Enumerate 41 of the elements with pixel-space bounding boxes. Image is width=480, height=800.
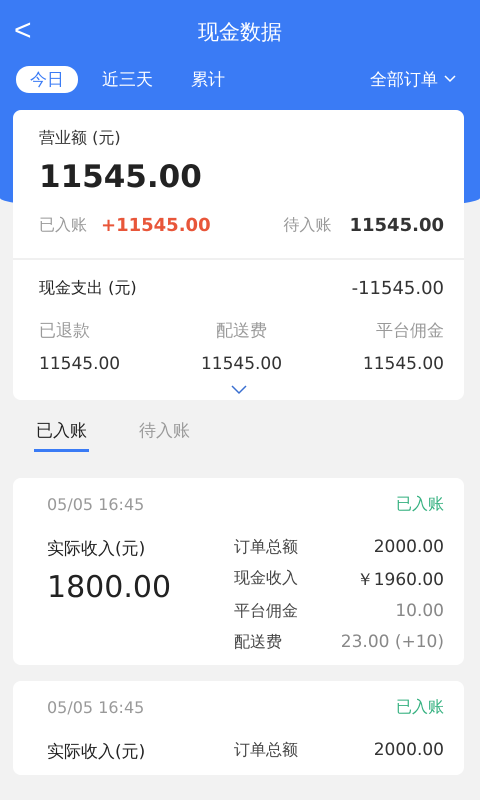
detail-label: 订单总额 xyxy=(234,537,299,558)
expense-amount: -11545.00 xyxy=(352,278,444,299)
pending-label: 待入账 xyxy=(283,215,332,236)
period-tab[interactable]: 累计 xyxy=(177,66,239,92)
detail-value: 2000.00 xyxy=(372,740,444,762)
posted-amount: +11545.00 xyxy=(101,215,211,236)
detail-label: 现金收入 xyxy=(234,568,299,589)
caret-icon xyxy=(444,75,456,83)
expense-item-value: 11545.00 xyxy=(200,354,284,374)
posted-label: 已入账 xyxy=(39,215,87,236)
page-title: 现金数据 xyxy=(198,19,282,46)
pending-amount: 11545.00 xyxy=(349,215,444,236)
expense-label: 现金支出 (元) xyxy=(39,278,137,299)
revenue-label: 营业额 (元) xyxy=(39,128,121,147)
income-amount: 1800.00 xyxy=(47,570,172,605)
expand-button[interactable] xyxy=(230,384,248,396)
expense-item-label: 已退款 xyxy=(39,320,91,342)
list-tab[interactable]: 已入账 xyxy=(34,418,89,452)
expense-item-value: 11545.00 xyxy=(39,354,122,374)
record-time: 05/05 16:45 xyxy=(47,495,144,514)
revenue-amount: 11545.00 xyxy=(39,159,203,195)
expense-item-value: 11545.00 xyxy=(362,354,444,374)
income-label: 实际收入(元) xyxy=(47,538,146,560)
detail-value: ￥1960.00 xyxy=(356,569,444,591)
detail-value: 23.00 (+10) xyxy=(340,632,444,653)
detail-value: 2000.00 xyxy=(372,537,444,558)
expense-item-label: 配送费 xyxy=(215,320,268,342)
period-tab[interactable]: 近三天 xyxy=(88,66,167,92)
record-time: 05/05 16:45 xyxy=(47,698,144,717)
detail-label: 配送费 xyxy=(234,632,283,653)
detail-label: 平台佣金 xyxy=(234,601,299,622)
back-button[interactable]: < xyxy=(10,16,36,46)
detail-label: 订单总额 xyxy=(234,740,299,761)
record-status: 已入账 xyxy=(396,494,444,515)
record-status: 已入账 xyxy=(396,697,444,718)
list-tab[interactable]: 待入账 xyxy=(137,418,192,452)
expense-item-label: 平台佣金 xyxy=(375,320,444,342)
order-filter-dropdown[interactable]: 全部订单 xyxy=(370,68,456,90)
period-tab[interactable]: 今日 xyxy=(16,66,78,92)
income-label: 实际收入(元) xyxy=(47,741,146,763)
detail-value: 10.00 xyxy=(394,601,444,622)
